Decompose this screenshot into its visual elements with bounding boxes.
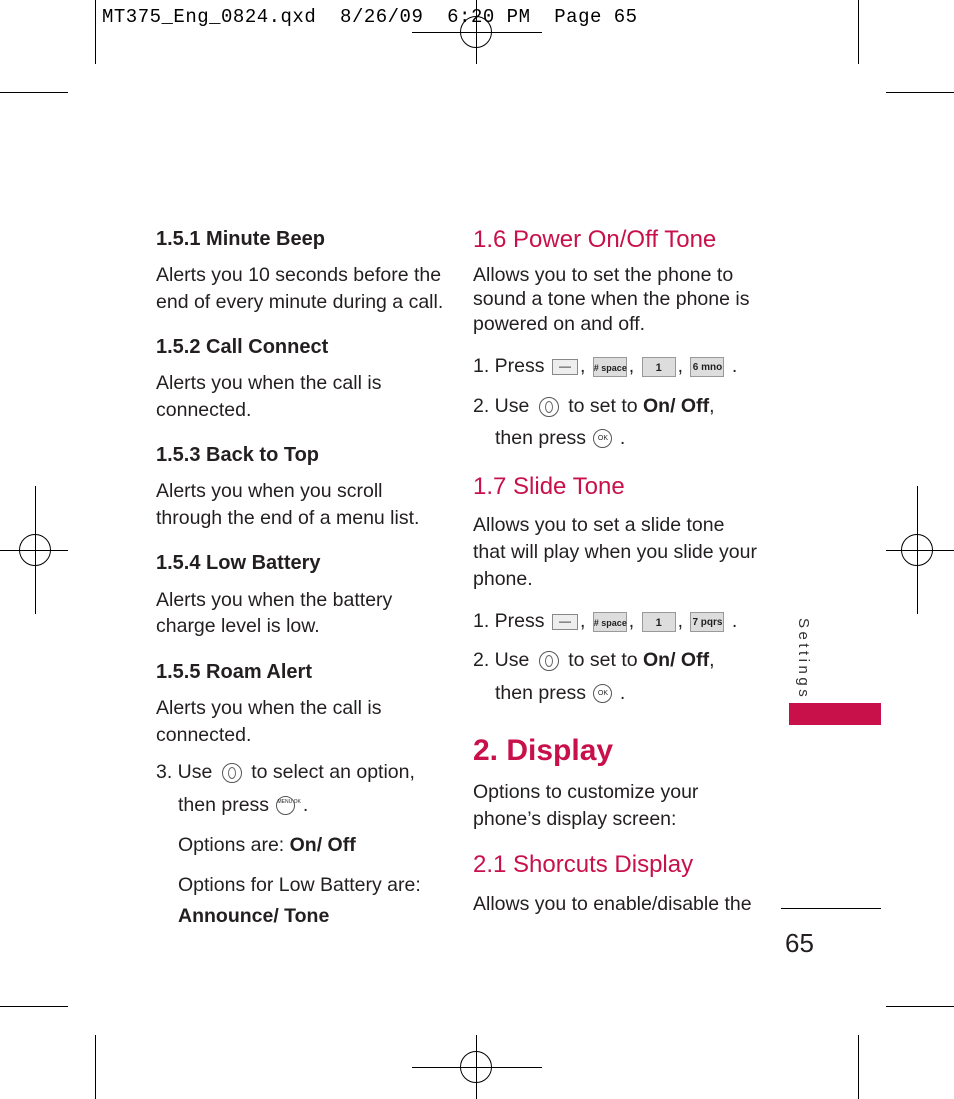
roam-alert-text-2: connected. xyxy=(156,724,252,746)
hash-key-icon: # space xyxy=(592,611,627,632)
back-to-top-text-2: through the end of a menu list. xyxy=(156,507,420,529)
options-label: Options are: xyxy=(178,834,290,856)
heading-shortcuts-display: 2.1 Shorcuts Display xyxy=(473,851,694,878)
soft-key-icon: — xyxy=(551,613,578,630)
display-text-1: Options to customize your xyxy=(473,781,699,803)
step-2-end: . xyxy=(619,427,626,449)
registration-circle xyxy=(19,534,51,566)
step-2-value: On/ Off xyxy=(643,649,710,671)
low-battery-text-1: Alerts you when the battery xyxy=(156,589,393,611)
step-2-value: On/ Off xyxy=(643,395,710,417)
power-tone-text-2: sound a tone when the phone is xyxy=(473,288,750,310)
heading-roam-alert: 1.5.5 Roam Alert xyxy=(156,661,312,683)
minute-beep-text-1: Alerts you 10 seconds before the xyxy=(156,264,442,286)
heading-call-connect: 1.5.2 Call Connect xyxy=(156,336,329,358)
power-tone-step-2: 2. Use to set to On/ Off, xyxy=(473,393,715,420)
section-tab-label: Settings xyxy=(795,618,812,701)
minute-beep-text-2: end of every minute during a call. xyxy=(156,291,444,313)
slide-tone-text-3: phone. xyxy=(473,568,533,590)
section-tab-bar xyxy=(789,703,881,725)
crop-mark xyxy=(95,0,96,64)
nav-key-icon xyxy=(538,396,559,417)
call-connect-text-2: connected. xyxy=(156,399,252,421)
registration-circle xyxy=(460,16,492,48)
key-1-icon: 1 xyxy=(641,356,676,377)
shortcuts-display-text-1: Allows you to enable/disable the xyxy=(473,893,752,915)
step-2-middle: to set to xyxy=(568,395,643,417)
crop-mark xyxy=(95,1035,96,1099)
slide-tone-step-2-line-2: then press OK . xyxy=(495,680,625,707)
step-2-middle: to set to xyxy=(568,649,643,671)
power-tone-text-3: powered on and off. xyxy=(473,313,646,335)
step-2-prefix: 2. Use xyxy=(473,649,530,671)
crop-mark xyxy=(0,92,68,93)
file-slug: MT375_Eng_0824.qxd 8/26/09 6:20 PM Page … xyxy=(102,6,638,28)
registration-circle xyxy=(460,1051,492,1083)
step-2-end: . xyxy=(619,682,626,704)
options-battery-value: Announce/ Tone xyxy=(178,905,330,927)
crop-mark xyxy=(886,92,954,93)
nav-key-icon xyxy=(221,762,242,783)
slide-tone-step-2: 2. Use to set to On/ Off, xyxy=(473,647,715,674)
step-3-prefix: 3. Use xyxy=(156,761,213,783)
options-line: Options are: On/ Off xyxy=(178,832,356,859)
hash-key-icon: # space xyxy=(592,356,627,377)
crop-mark xyxy=(858,1035,859,1099)
heading-display: 2. Display xyxy=(473,734,614,767)
power-tone-step-1: 1. Press —, # space, 1, 6 mno . xyxy=(473,355,738,377)
step-2-prefix: 2. Use xyxy=(473,395,530,417)
display-text-2: phone’s display screen: xyxy=(473,808,677,830)
step-3-then-press: then press xyxy=(178,794,270,816)
step-2-suffix: , xyxy=(709,395,715,417)
heading-back-to-top: 1.5.3 Back to Top xyxy=(156,444,320,466)
nav-key-icon xyxy=(538,650,559,671)
call-connect-text-1: Alerts you when the call is xyxy=(156,372,382,394)
step-1-prefix: 1. Press xyxy=(473,355,545,377)
low-battery-text-2: charge level is low. xyxy=(156,615,320,637)
footer-rule xyxy=(781,908,881,909)
heading-slide-tone: 1.7 Slide Tone xyxy=(473,473,625,500)
step-3-line-2: then press MENU OK . xyxy=(178,792,308,819)
slide-tone-text-1: Allows you to set a slide tone xyxy=(473,514,725,536)
then-press: then press xyxy=(495,682,587,704)
heading-low-battery: 1.5.4 Low Battery xyxy=(156,552,321,574)
slide-tone-step-1: 1. Press —, # space, 1, 7 pqrs . xyxy=(473,610,738,632)
heading-minute-beep: 1.5.1 Minute Beep xyxy=(156,228,325,250)
registration-circle xyxy=(901,534,933,566)
then-press: then press xyxy=(495,427,587,449)
roam-alert-text-1: Alerts you when the call is xyxy=(156,697,382,719)
crop-mark xyxy=(858,0,859,64)
ok-key-icon: OK xyxy=(593,684,613,704)
step-1-prefix: 1. Press xyxy=(473,610,545,632)
crop-mark xyxy=(0,1006,68,1007)
crop-mark xyxy=(886,1006,954,1007)
heading-power-on-off-tone: 1.6 Power On/Off Tone xyxy=(473,226,717,253)
page-number: 65 xyxy=(785,928,814,958)
key-6-icon: 6 mno xyxy=(690,356,725,377)
options-value: On/ Off xyxy=(289,834,356,856)
step-3-line-1: 3. Use to select an option, xyxy=(156,759,415,786)
back-to-top-text-1: Alerts you when you scroll xyxy=(156,480,383,502)
power-tone-text-1: Allows you to set the phone to xyxy=(473,264,734,286)
options-battery-label: Options for Low Battery are: xyxy=(178,874,421,896)
power-tone-step-2-line-2: then press OK . xyxy=(495,425,625,452)
soft-key-icon: — xyxy=(551,358,578,375)
key-7-icon: 7 pqrs xyxy=(690,611,725,632)
key-1-icon: 1 xyxy=(641,611,676,632)
step-3-end: . xyxy=(302,794,309,816)
step-2-suffix: , xyxy=(709,649,715,671)
ok-key-icon: OK xyxy=(593,429,613,449)
slide-tone-text-2: that will play when you slide your xyxy=(473,541,757,563)
menu-ok-key-icon: MENU OK xyxy=(276,796,301,816)
step-3-middle: to select an option, xyxy=(251,761,415,783)
